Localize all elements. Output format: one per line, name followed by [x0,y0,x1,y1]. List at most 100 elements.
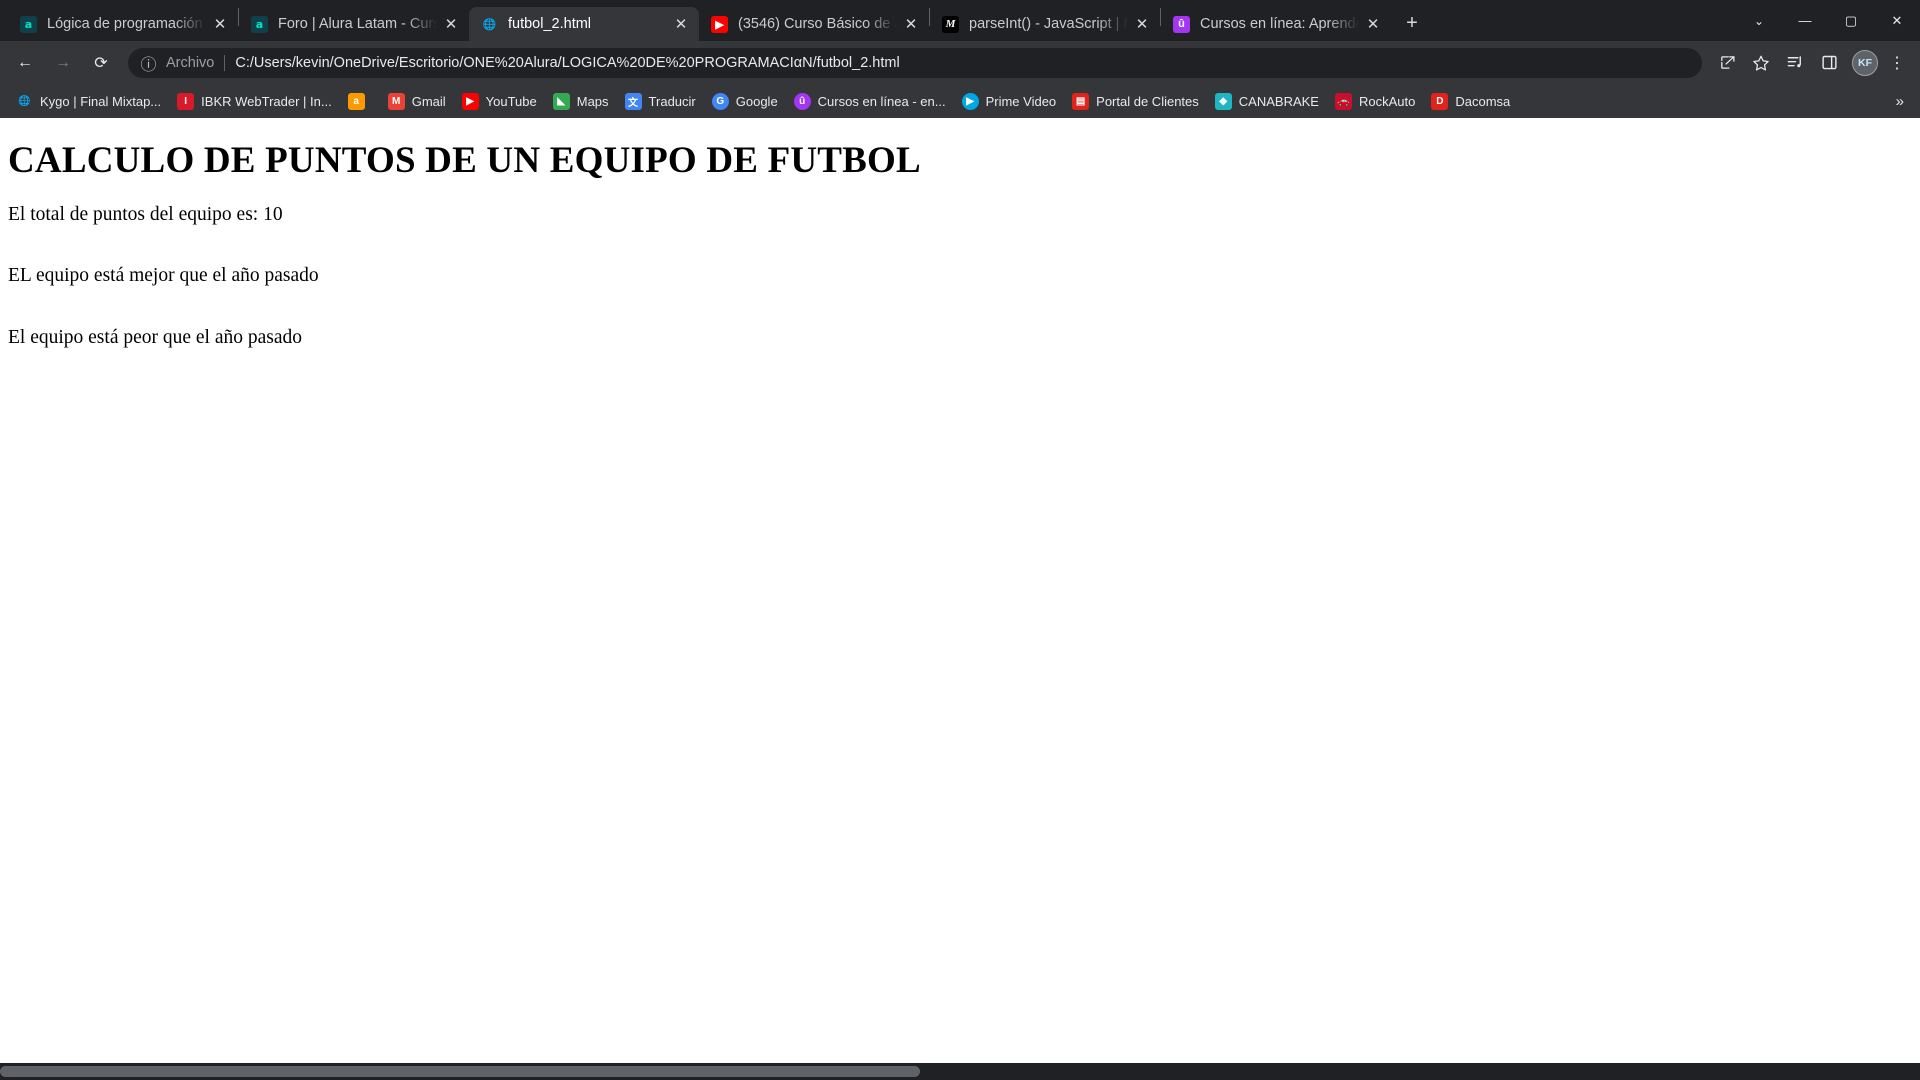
bookmark-label: Portal de Clientes [1096,93,1199,109]
tab-title: parseInt() - JavaScript | MDN [969,16,1128,32]
bookmark-item[interactable]: D Dacomsa [1423,89,1518,114]
scrollbar-thumb[interactable] [0,1066,920,1077]
bookmark-item[interactable]: ◆ CANABRAKE [1207,89,1327,114]
page-content: CALCULO DE PUNTOS DE UN EQUIPO DE FUTBOL… [0,139,1920,349]
bookmark-label: Google [735,93,778,109]
omnibox-divider [224,54,226,71]
new-tab-button[interactable]: + [1397,8,1427,38]
bookmark-item[interactable]: 文 Traducir [617,89,704,114]
canabrake-icon: ◆ [1214,92,1232,110]
globe-icon: 🌐 [482,18,497,31]
bookmark-item[interactable]: a [340,89,380,114]
bookmark-label: IBKR WebTrader | In... [201,93,332,109]
minimize-button[interactable]: — [1782,0,1828,41]
url-scheme-label: Archivo [166,54,215,71]
bookmark-item[interactable]: 🚗 RockAuto [1327,89,1423,114]
scrollbar-track[interactable] [0,1063,1920,1080]
page-title: CALCULO DE PUNTOS DE UN EQUIPO DE FUTBOL [8,140,921,181]
amazon-icon: a [347,92,365,110]
result-line-worse: El equipo está peor que el año pasado [8,326,303,348]
tab-title: Lógica de programación pa [47,16,206,32]
browser-tab[interactable]: a Foro | Alura Latam - Cursos✕ [239,7,469,41]
side-panel-icon[interactable] [1814,48,1844,78]
profile-avatar[interactable]: KF [1852,49,1878,76]
browser-tab[interactable]: a Lógica de programación pa ✕ [8,7,238,41]
browser-tab[interactable]: ▶ (3546) Curso Básico de Java✕ [699,7,929,41]
media-playlist-icon[interactable] [1780,48,1810,78]
bookmark-label: Cursos en línea - en... [817,93,946,109]
tab-close-icon[interactable]: ✕ [210,14,230,34]
bookmark-item[interactable]: 🌐 Kygo | Final Mixtap... [8,89,169,114]
tab-close-icon[interactable]: ✕ [441,14,461,34]
portal-icon: ▤ [1072,92,1090,110]
bookmarks-overflow-button[interactable]: » [1888,89,1912,114]
bookmark-label: Gmail [411,93,446,109]
rockauto-icon: 🚗 [1334,92,1352,110]
tab-close-icon[interactable]: ✕ [671,14,691,34]
url-text[interactable]: C:/Users/kevin/OneDrive/Escritorio/ONE%2… [235,55,1690,71]
browser-tab[interactable]: 🌐 futbol_2.html ✕ [469,7,699,41]
bottom-scrollbar[interactable] [0,1063,1920,1080]
browser-window: a Lógica de programación pa ✕ a Foro | Alura… [0,0,1920,1080]
bookmark-item[interactable]: ▶ Prime Video [954,89,1065,114]
tab-title: futbol_2.html [508,16,592,32]
forward-button[interactable]: → [46,46,80,80]
window-controls: ⌄ — ▢ ✕ [1736,0,1920,41]
tab-search-chevron-icon[interactable]: ⌄ [1736,0,1782,41]
tab-strip: a Lógica de programación pa ✕ a Foro | Alura… [0,0,1920,41]
bookmark-label: YouTube [485,93,537,109]
youtube-icon: ▶ [711,15,728,33]
dacomsa-icon: D [1431,92,1449,110]
result-line-total: El total de puntos del equipo es: 10 [8,204,283,225]
bookmark-item[interactable]: ◣ Maps [545,89,617,114]
bookmark-item[interactable]: G Google [704,89,786,114]
udemy-icon: û [793,92,811,110]
bookmark-label: CANABRAKE [1238,93,1319,109]
gmail-icon: M [387,92,405,110]
bookmark-label: Traducir [648,93,696,109]
tab-close-icon[interactable]: ✕ [901,14,921,34]
tabs-container: a Lógica de programación pa ✕ a Foro | Alura… [8,0,1391,41]
ibkr-icon: I [177,92,195,110]
close-window-button[interactable]: ✕ [1874,0,1920,41]
reload-button[interactable]: ⟳ [84,46,118,80]
browser-menu-icon[interactable]: ⋮ [1882,48,1912,78]
page-info-icon[interactable]: ⓘ [140,54,157,74]
browser-toolbar: ← → ⟳ ⓘ Archivo C:/Users/kevin/OneDrive/… [0,41,1920,84]
browser-tab[interactable]: û Cursos en línea: Aprende de✕ [1161,7,1391,41]
bookmark-label: Maps [576,93,609,109]
result-line-better: EL equipo está mejor que el año pasado [8,265,319,287]
tab-close-icon[interactable]: ✕ [1132,14,1152,34]
tab-close-icon[interactable]: ✕ [1363,14,1383,34]
bookmark-item[interactable]: I IBKR WebTrader | In... [169,89,340,114]
google-icon: G [711,92,729,110]
maps-icon: ◣ [552,92,570,110]
bookmark-item[interactable]: ▤ Portal de Clientes [1064,89,1207,114]
bookmark-label: Kygo | Final Mixtap... [40,93,162,109]
alura-icon: a [251,15,268,33]
bookmark-label: RockAuto [1358,93,1416,109]
bookmark-item[interactable]: û Cursos en línea - en... [786,89,954,114]
youtube-icon: ▶ [461,92,479,110]
bookmark-label: Prime Video [985,93,1057,109]
bookmark-item[interactable]: ▶ YouTube [454,89,545,114]
globe-icon: 🌐 [18,95,31,107]
alura-icon: a [20,15,37,33]
bookmarks-bar: 🌐 Kygo | Final Mixtap... I IBKR WebTrader |… [0,84,1920,118]
bookmark-item[interactable]: M Gmail [380,89,454,114]
address-bar[interactable]: ⓘ Archivo C:/Users/kevin/OneDrive/Escrit… [128,47,1702,78]
tab-title: (3546) Curso Básico de Java [738,16,897,32]
bookmark-label: Dacomsa [1455,93,1511,109]
udemy-icon: û [1173,15,1190,33]
share-icon[interactable] [1712,48,1742,78]
back-button[interactable]: ← [8,46,42,80]
maximize-button[interactable]: ▢ [1828,0,1874,41]
browser-tab[interactable]: MparseInt() - JavaScript | MDN✕ [930,7,1160,41]
mdn-icon: M [942,15,959,33]
tab-title: Cursos en línea: Aprende de [1200,16,1359,32]
translate-icon: 文 [624,92,642,110]
tab-title: Foro | Alura Latam - Cursos [278,16,437,32]
page-viewport: CALCULO DE PUNTOS DE UN EQUIPO DE FUTBOL… [0,118,1920,1063]
prime-video-icon: ▶ [961,92,979,110]
bookmark-star-icon[interactable] [1746,48,1776,78]
